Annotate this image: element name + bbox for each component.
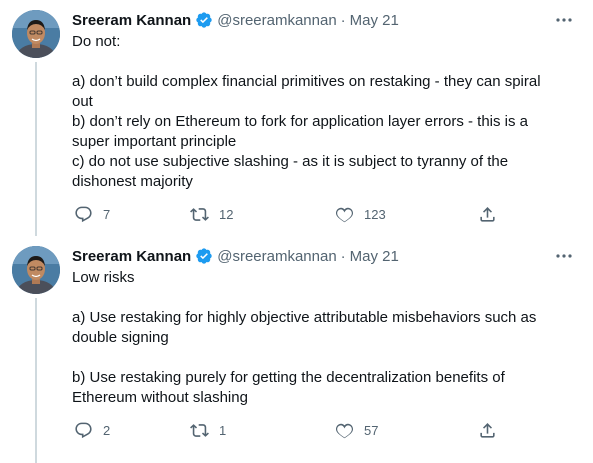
- like-icon: [335, 423, 354, 438]
- separator: ·: [340, 11, 346, 29]
- like-count: 57: [364, 422, 379, 438]
- separator: ·: [340, 247, 346, 265]
- author-name[interactable]: Sreeram Kannan: [72, 248, 191, 265]
- tweet-text-line: out: [72, 93, 93, 110]
- reply-count: 7: [103, 206, 111, 222]
- avatar[interactable]: [12, 246, 60, 294]
- tweet-text-line: dishonest majority: [72, 173, 193, 190]
- tweet-text-line: b) Use restaking purely for getting the …: [72, 369, 505, 386]
- author-name[interactable]: Sreeram Kannan: [72, 12, 191, 29]
- tweet-text-line: a) don’t build complex financial primiti…: [72, 73, 541, 90]
- author-handle[interactable]: @sreeramkannan: [217, 248, 336, 265]
- like-icon: [335, 207, 354, 222]
- tweet-text-line: c) do not use subjective slashing - as i…: [72, 153, 509, 170]
- avatar[interactable]: [12, 10, 60, 58]
- tweet-text-line: Low risks: [72, 269, 135, 286]
- author-handle[interactable]: @sreeramkannan: [217, 12, 336, 29]
- tweet-header: Sreeram Kannan @sreeramkannan · May 21: [72, 10, 399, 30]
- tweet-text: Do not: a) don’t build complex financial…: [72, 32, 572, 192]
- more-icon[interactable]: [556, 248, 572, 264]
- thread-line: [35, 298, 37, 463]
- tweet-text-line: b) don’t rely on Ethereum to fork for ap…: [72, 113, 529, 130]
- retweet-button[interactable]: 1: [190, 421, 226, 440]
- reply-button[interactable]: 2: [74, 421, 110, 440]
- like-button[interactable]: 123: [335, 205, 386, 224]
- avatar-image: [12, 10, 60, 58]
- avatar-image: [12, 246, 60, 294]
- tweet-header: Sreeram Kannan @sreeramkannan · May 21: [72, 246, 399, 266]
- retweet-icon: [190, 423, 209, 437]
- reply-icon: [75, 206, 92, 222]
- verified-badge-icon: [195, 247, 213, 265]
- retweet-count: 1: [219, 422, 227, 438]
- tweet-text-line: Do not:: [72, 33, 121, 50]
- share-icon: [480, 206, 495, 222]
- tweet-text-line: Ethereum without slashing: [72, 389, 248, 406]
- thread-line: [35, 62, 37, 236]
- tweet-actions: 2 1 57: [72, 420, 512, 440]
- tweet-text-line: a) Use restaking for highly objective at…: [72, 309, 537, 326]
- tweet-actions: 7 12 123: [72, 204, 512, 224]
- retweet-count: 12: [219, 206, 234, 222]
- reply-button[interactable]: 7: [74, 205, 110, 224]
- reply-icon: [75, 422, 92, 438]
- tweet[interactable]: Sreeram Kannan @sreeramkannan · May 21 L…: [0, 236, 593, 463]
- retweet-button[interactable]: 12: [190, 205, 233, 224]
- more-icon[interactable]: [556, 12, 572, 28]
- like-count: 123: [364, 206, 386, 222]
- retweet-icon: [190, 207, 209, 221]
- reply-count: 2: [103, 422, 111, 438]
- tweet-date[interactable]: May 21: [350, 248, 399, 265]
- share-button[interactable]: [478, 421, 497, 440]
- tweet-date[interactable]: May 21: [350, 12, 399, 29]
- verified-badge-icon: [195, 11, 213, 29]
- tweet-text-line: double signing: [72, 329, 169, 346]
- share-button[interactable]: [478, 205, 497, 224]
- tweet[interactable]: Sreeram Kannan @sreeramkannan · May 21 D…: [0, 0, 593, 236]
- share-icon: [480, 422, 495, 438]
- tweet-text-line: super important principle: [72, 133, 237, 150]
- tweet-text: Low risks a) Use restaking for highly ob…: [72, 268, 572, 408]
- like-button[interactable]: 57: [335, 421, 378, 440]
